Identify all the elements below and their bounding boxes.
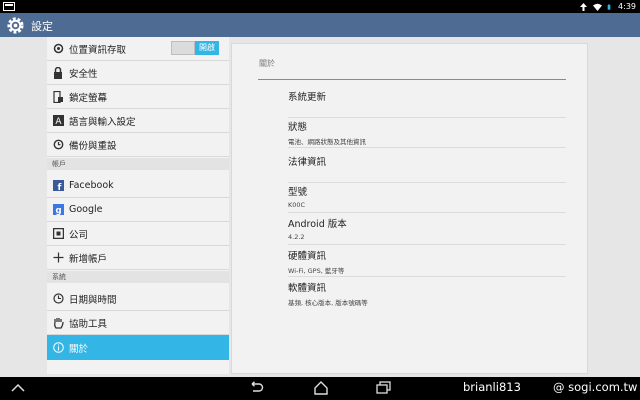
settings-item-accessibility[interactable]: 協助工具 [47,311,229,335]
settings-item-label: 新增帳戶 [69,253,108,265]
settings-item-google[interactable]: g Google [47,198,229,222]
about-item-model: 型號 K00C [288,184,566,213]
status-time: 4:39 [618,2,636,11]
about-item-software-info[interactable]: 軟體資訊 基頻, 核心版本, 版本號碼等 [288,280,566,309]
keyboard-a-icon: A [52,115,64,127]
section-header-accounts: 帳戶 [47,158,229,170]
settings-item-label: 日期與時間 [69,294,117,306]
sync-icon [580,2,588,11]
about-item-title: 軟體資訊 [288,283,327,294]
collapse-up-icon[interactable] [10,381,26,395]
wifi-icon [593,3,603,11]
about-item-title: Android 版本 [288,219,347,230]
settings-item-label: 協助工具 [69,318,108,330]
svg-text:A: A [55,117,62,126]
settings-item-label: 安全性 [69,68,98,80]
settings-item-label: 備份與重設 [69,140,117,152]
svg-text:g: g [55,206,61,215]
battery-icon [607,3,611,10]
about-item-subtitle: 電池、網路狀態及其他資訊 [288,138,366,146]
about-item-title: 型號 [288,187,308,198]
settings-item-language-input[interactable]: A 語言與輸入設定 [47,109,229,133]
about-item-subtitle: 基頻, 核心版本, 版本號碼等 [288,299,368,307]
settings-item-label: 關於 [69,343,89,355]
watermark-site: @ sogi.com.tw [553,380,638,394]
settings-item-label: Google [69,204,103,215]
about-item-title: 系統更新 [288,92,327,103]
lock-icon [52,66,64,79]
about-item-title: 狀態 [288,122,308,133]
info-icon [52,342,64,354]
settings-item-facebook[interactable]: f Facebook [47,174,229,198]
settings-item-about[interactable]: 關於 [47,335,229,360]
screenshot-notification-icon [3,2,15,11]
about-item-system-update[interactable]: 系統更新 [288,89,566,118]
about-detail-panel: 關於 系統更新 狀態 電池、網路狀態及其他資訊 法律資訊 型號 K00C And… [231,43,588,374]
about-item-subtitle: 4.2.2 [288,233,305,241]
toggle-off-side [171,41,195,55]
settings-item-label: 公司 [69,229,89,241]
settings-item-add-account[interactable]: 新增帳戶 [47,246,229,270]
status-bar: 4:39 [0,0,640,13]
settings-item-lock-screen[interactable]: 鎖定螢幕 [47,85,229,109]
settings-item-security[interactable]: 安全性 [47,61,229,85]
action-bar: 設定 [0,13,640,37]
settings-gear-icon[interactable] [6,16,25,35]
settings-item-location[interactable]: 位置資訊存取 開啟 [47,37,229,61]
recent-apps-icon[interactable] [376,381,392,395]
about-item-status[interactable]: 狀態 電池、網路狀態及其他資訊 [288,119,566,148]
back-icon[interactable] [248,381,264,395]
about-item-title: 硬體資訊 [288,251,327,262]
about-item-subtitle: K00C [288,201,306,209]
settings-item-label: Facebook [69,180,114,191]
location-icon [52,43,64,55]
settings-item-date-time[interactable]: 日期與時間 [47,287,229,311]
settings-list: 位置資訊存取 開啟 安全性 鎖定螢幕 A 語言與輸入設定 備份與重設 帳戶 f … [47,37,229,374]
company-icon [52,228,64,240]
settings-item-label: 位置資訊存取 [69,44,127,56]
about-item-title: 法律資訊 [288,157,327,168]
navigation-bar: brianli813 @ sogi.com.tw [0,377,640,400]
toggle-on-label: 開啟 [195,41,219,55]
section-header-system: 系統 [47,271,229,283]
about-item-hardware-info[interactable]: 硬體資訊 Wi-Fi, GPS, 藍牙等 [288,248,566,277]
hand-icon [52,317,64,329]
facebook-icon: f [52,180,64,192]
plus-icon [52,252,64,264]
about-item-legal[interactable]: 法律資訊 [288,154,566,183]
phone-lock-icon [52,90,64,103]
backup-icon [52,139,64,151]
google-icon: g [52,204,64,216]
about-item-subtitle: Wi-Fi, GPS, 藍牙等 [288,267,345,275]
location-toggle[interactable]: 開啟 [171,41,219,55]
home-icon[interactable] [313,381,329,395]
svg-text:f: f [57,183,61,191]
settings-item-company[interactable]: 公司 [47,222,229,246]
settings-item-label: 語言與輸入設定 [69,116,136,128]
header-divider [258,79,566,80]
watermark-user: brianli813 [463,380,521,394]
page-title: 設定 [31,20,53,33]
clock-icon [52,293,64,305]
settings-item-label: 鎖定螢幕 [69,92,108,104]
about-item-android-version[interactable]: Android 版本 4.2.2 [288,216,566,245]
settings-item-backup-reset[interactable]: 備份與重設 [47,133,229,157]
settings-screen: 4:39 設定 位置資訊存取 開啟 安全性 鎖定螢幕 A 語言與輸入設定 備份與… [0,0,640,400]
panel-header: 關於 [259,59,275,68]
